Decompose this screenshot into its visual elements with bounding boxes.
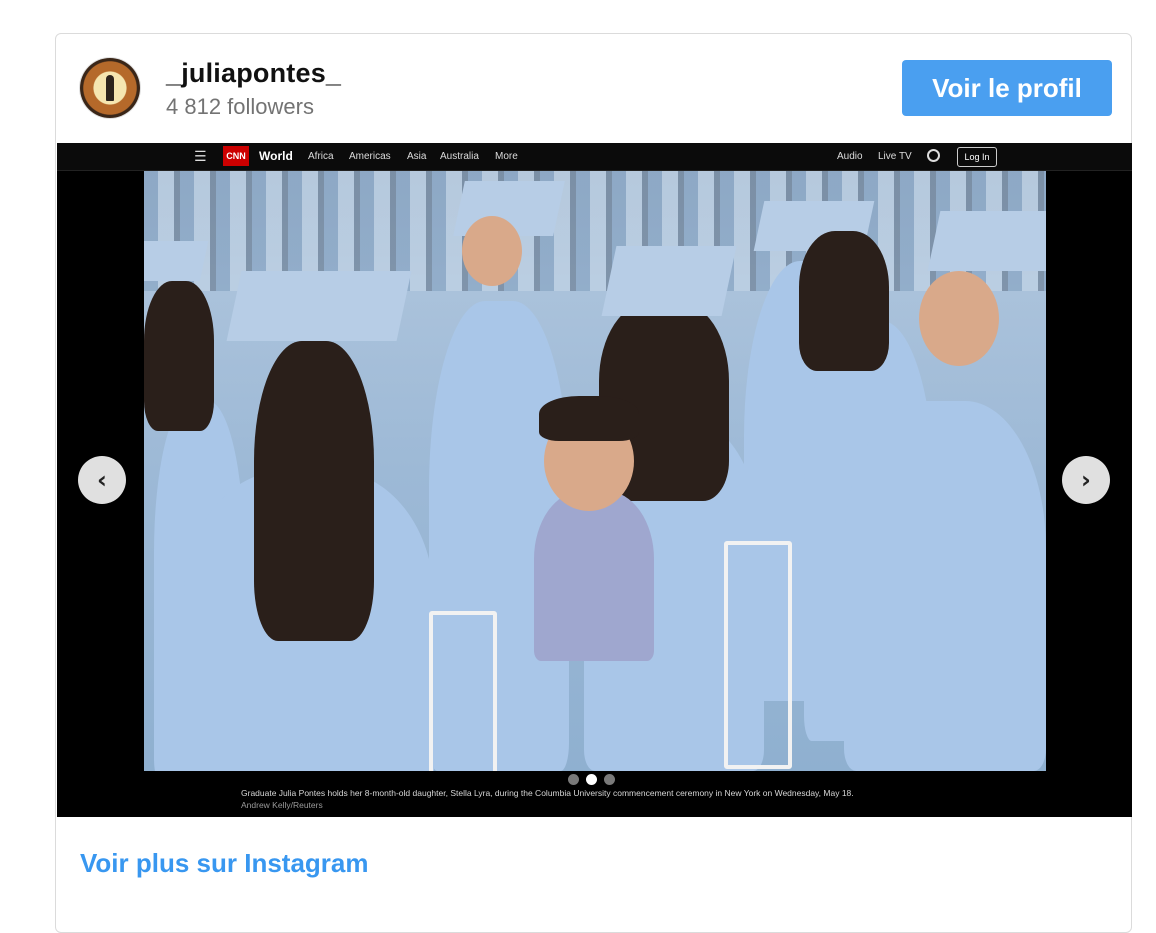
graduate-hair <box>254 341 374 641</box>
mortarboard-cap <box>927 211 1046 271</box>
mortarboard-cap <box>601 246 737 316</box>
graduate-hair <box>144 281 214 431</box>
graduate-gown <box>844 401 1046 771</box>
username[interactable]: _juliapontes_ <box>166 58 341 89</box>
cnn-section-title: World <box>259 149 293 163</box>
search-icon <box>927 149 940 162</box>
view-more-on-instagram-link[interactable]: Voir plus sur Instagram <box>80 848 368 879</box>
cnn-nav-link: Audio <box>837 151 863 162</box>
next-slide-button[interactable]: › <box>1062 456 1110 504</box>
mortarboard-cap <box>226 271 412 341</box>
cnn-nav-link: Live TV <box>878 151 912 162</box>
carousel-dot <box>604 774 615 785</box>
chevron-left-icon: ‹ <box>97 466 107 494</box>
cnn-nav-link: Americas <box>349 151 391 162</box>
graduate-hair <box>799 231 889 371</box>
photo-credit: Andrew Kelly/Reuters <box>241 800 323 810</box>
post-header: _juliapontes_ 4 812 followers Voir le pr… <box>56 34 1131 144</box>
cnn-nav-link: Asia <box>407 151 427 162</box>
mortarboard-cap <box>144 241 209 281</box>
folding-chair <box>724 541 792 769</box>
carousel-indicator <box>568 774 615 785</box>
view-profile-button[interactable]: Voir le profil <box>902 60 1112 116</box>
follower-count: 4 812 followers <box>166 94 314 119</box>
cnn-nav-link: More <box>495 151 518 162</box>
graduate-face <box>919 271 999 366</box>
baby-dress <box>534 491 654 661</box>
cnn-navbar: ☰ CNN World Africa Americas Asia Austral… <box>57 143 1132 171</box>
graduate-face <box>462 216 522 286</box>
chevron-right-icon: › <box>1081 466 1091 494</box>
cnn-logo: CNN <box>223 146 249 166</box>
cnn-login-button: Log In <box>957 147 997 167</box>
cnn-nav-link: Australia <box>440 151 479 162</box>
instagram-embed-card: _juliapontes_ 4 812 followers Voir le pr… <box>55 33 1132 933</box>
avatar-figure <box>106 75 114 101</box>
avatar[interactable] <box>80 58 140 118</box>
caption-text: Graduate Julia Pontes holds her 8-month-… <box>241 788 854 798</box>
graduation-photo <box>144 171 1046 771</box>
carousel-dot-active <box>586 774 597 785</box>
post-media[interactable]: ☰ CNN World Africa Americas Asia Austral… <box>57 143 1132 817</box>
photo-caption: Graduate Julia Pontes holds her 8-month-… <box>241 787 861 811</box>
cnn-nav-link: Africa <box>308 151 334 162</box>
baby-hair <box>539 396 639 441</box>
previous-slide-button[interactable]: ‹ <box>78 456 126 504</box>
menu-icon: ☰ <box>194 148 207 164</box>
carousel-dot <box>568 774 579 785</box>
folding-chair <box>429 611 497 771</box>
